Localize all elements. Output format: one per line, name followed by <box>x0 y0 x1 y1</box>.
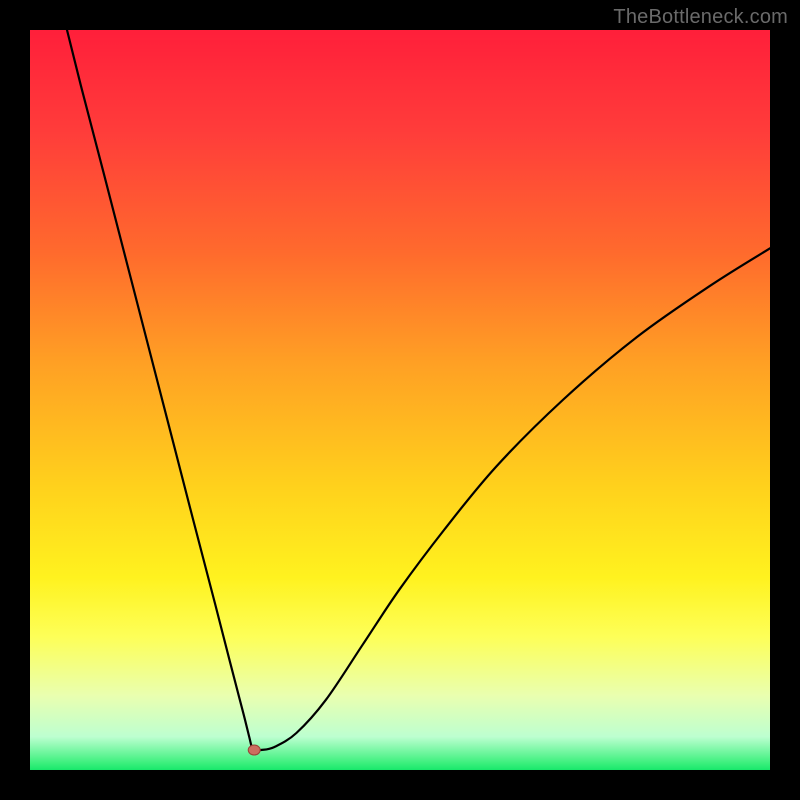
bottleneck-curve <box>30 30 770 770</box>
plot-area <box>30 30 770 770</box>
chart-frame: TheBottleneck.com <box>0 0 800 800</box>
watermark-text: TheBottleneck.com <box>613 6 788 29</box>
min-marker-icon <box>248 745 260 755</box>
